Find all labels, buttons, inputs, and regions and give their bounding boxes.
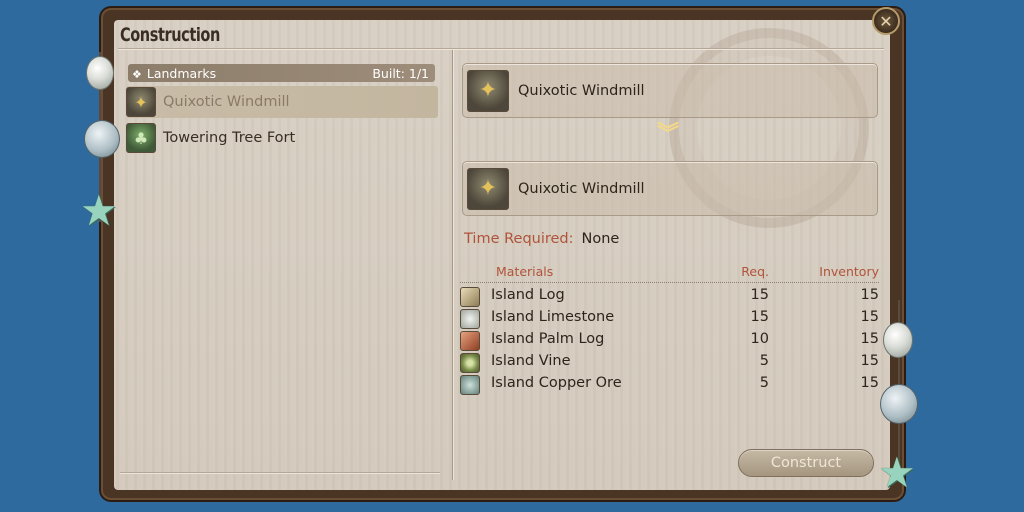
- material-inventory: 15: [860, 287, 879, 303]
- time-required-label: Time Required:: [464, 231, 574, 247]
- vine-icon: [460, 353, 480, 373]
- current-landmark-card: ✦ Quixotic Windmill: [462, 63, 878, 118]
- close-button[interactable]: ✕: [872, 7, 900, 35]
- material-req: 15: [750, 287, 769, 303]
- starfish-decoration: ★: [878, 448, 916, 497]
- diamond-icon: ❖: [132, 67, 142, 81]
- req-column-header: Req.: [741, 264, 769, 279]
- time-required-value: None: [581, 231, 620, 247]
- title-divider: [118, 48, 884, 50]
- list-item-quixotic-windmill[interactable]: ✦ Quixotic Windmill: [126, 86, 438, 118]
- construct-button[interactable]: Construct: [738, 449, 874, 477]
- material-name: Island Palm Log: [491, 331, 605, 347]
- windmill-icon: ✦: [467, 69, 509, 112]
- list-item-label: Towering Tree Fort: [163, 130, 296, 146]
- close-icon: ✕: [879, 11, 893, 31]
- time-required-row: Time Required: None: [464, 231, 619, 247]
- material-name: Island Log: [491, 287, 565, 303]
- material-inventory: 15: [860, 353, 879, 369]
- shell-decoration: [883, 322, 913, 358]
- category-label: Landmarks: [146, 65, 217, 81]
- starfish-decoration: ★: [80, 186, 118, 235]
- column-divider: [452, 50, 454, 480]
- result-landmark-label: Quixotic Windmill: [518, 180, 645, 197]
- window-title: Construction: [120, 24, 220, 46]
- material-inventory: 15: [860, 331, 879, 347]
- material-name: Island Copper Ore: [491, 375, 622, 391]
- material-req: 5: [759, 375, 769, 391]
- left-bottom-divider: [120, 472, 440, 474]
- material-req: 5: [759, 353, 769, 369]
- tree-fort-icon: ♣: [126, 123, 156, 153]
- windmill-icon: ✦: [467, 167, 509, 210]
- materials-header: Materials Req. Inventory: [460, 263, 879, 283]
- materials-column-header: Materials: [496, 264, 554, 279]
- shell-decoration: [86, 56, 114, 90]
- material-name: Island Limestone: [491, 309, 615, 325]
- material-row[interactable]: Island Log 15 15: [460, 286, 879, 308]
- material-name: Island Vine: [491, 353, 571, 369]
- material-row[interactable]: Island Palm Log 10 15: [460, 330, 879, 352]
- current-landmark-label: Quixotic Windmill: [518, 82, 645, 99]
- material-req: 10: [750, 331, 769, 347]
- list-item-label: Quixotic Windmill: [163, 94, 290, 110]
- inventory-column-header: Inventory: [819, 264, 879, 279]
- material-row[interactable]: Island Limestone 15 15: [460, 308, 879, 330]
- material-req: 15: [750, 309, 769, 325]
- shell-decoration: [84, 120, 120, 158]
- shell-decoration: [880, 384, 918, 424]
- limestone-icon: [460, 309, 480, 329]
- result-landmark-card: ✦ Quixotic Windmill: [462, 161, 878, 216]
- list-item-towering-tree-fort[interactable]: ♣ Towering Tree Fort: [126, 122, 438, 154]
- material-row[interactable]: Island Vine 5 15: [460, 352, 879, 374]
- log-icon: [460, 287, 480, 307]
- windmill-icon: ✦: [126, 87, 156, 117]
- copper-ore-icon: [460, 375, 480, 395]
- built-count: Built: 1/1: [372, 65, 429, 81]
- material-inventory: 15: [860, 375, 879, 391]
- material-row[interactable]: Island Copper Ore 5 15: [460, 374, 879, 396]
- chevron-down-icon: ︾: [656, 122, 679, 147]
- palm-log-icon: [460, 331, 480, 351]
- construction-panel: Construction ❖ Landmarks Built: 1/1 ✦ Qui…: [114, 20, 890, 490]
- material-inventory: 15: [860, 309, 879, 325]
- category-header-landmarks[interactable]: ❖ Landmarks Built: 1/1: [128, 64, 435, 82]
